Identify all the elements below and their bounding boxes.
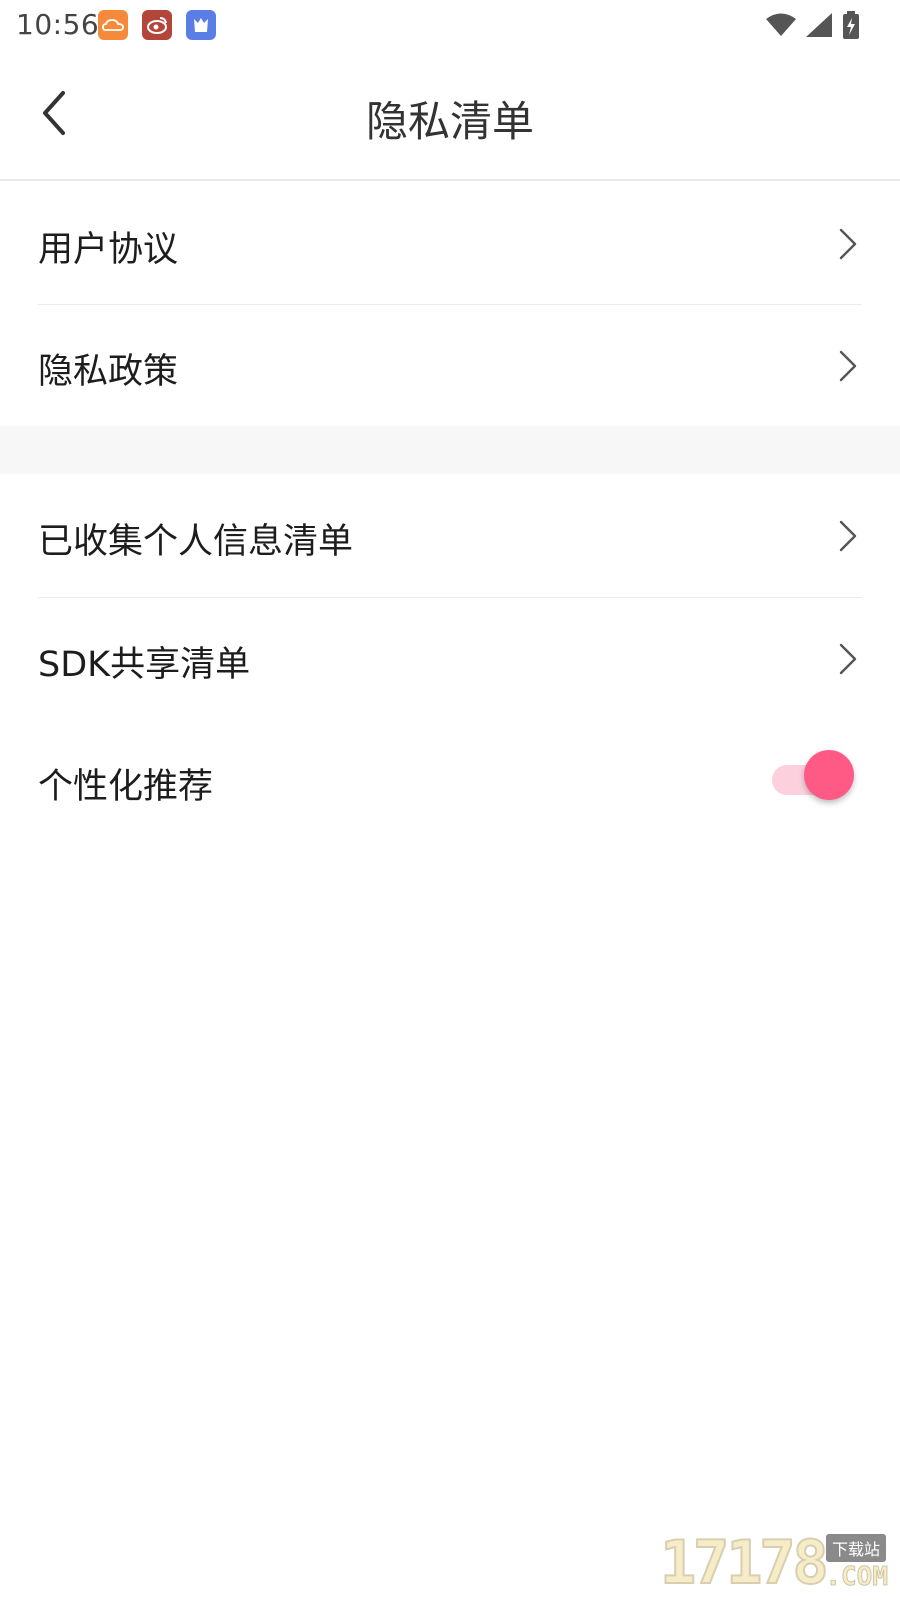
privacy-policy-row[interactable]: 隐私政策	[0, 305, 900, 426]
wifi-icon	[766, 13, 796, 36]
cloud-notification-icon	[98, 10, 128, 40]
title-bar: 隐私清单	[0, 50, 900, 181]
sdk-sharing-list-row[interactable]: SDK共享清单	[0, 598, 900, 719]
collected-personal-info-row[interactable]: 已收集个人信息清单	[0, 475, 900, 596]
cellular-signal-icon	[806, 13, 832, 37]
status-bar: 10:56	[0, 0, 900, 50]
toggle-thumb	[804, 750, 854, 800]
row-label: 个性化推荐	[38, 767, 214, 807]
row-label: SDK共享清单	[38, 645, 251, 685]
page-title: 隐私清单	[365, 97, 534, 146]
chevron-right-icon	[839, 350, 857, 382]
weibo-notification-icon	[142, 10, 172, 40]
status-time: 10:56	[16, 8, 100, 41]
section-separator	[0, 426, 900, 474]
system-icons	[766, 8, 860, 42]
personalized-recommendation-row: 个性化推荐	[0, 720, 900, 841]
row-label: 隐私政策	[38, 352, 179, 392]
watermark-number: 17178	[659, 1528, 830, 1598]
personalized-recommendation-toggle[interactable]	[772, 750, 854, 800]
site-watermark: 17178 下载站 .COM	[659, 1528, 889, 1598]
app-notification-icon	[186, 10, 216, 40]
watermark-badge: 下载站	[825, 1534, 886, 1562]
watermark-domain: .COM	[825, 1562, 889, 1593]
chevron-right-icon	[839, 643, 857, 675]
user-agreement-row[interactable]: 用户协议	[0, 183, 900, 304]
chevron-right-icon	[839, 520, 857, 552]
battery-charging-icon	[843, 11, 859, 39]
row-label: 已收集个人信息清单	[38, 522, 354, 562]
privacy-list-screen: 10:56 隐私清单 用户协议 隐私政策 已收集个人信息清单 SDK共享清单 个…	[0, 0, 900, 1600]
chevron-right-icon	[839, 228, 857, 260]
row-label: 用户协议	[38, 230, 179, 270]
